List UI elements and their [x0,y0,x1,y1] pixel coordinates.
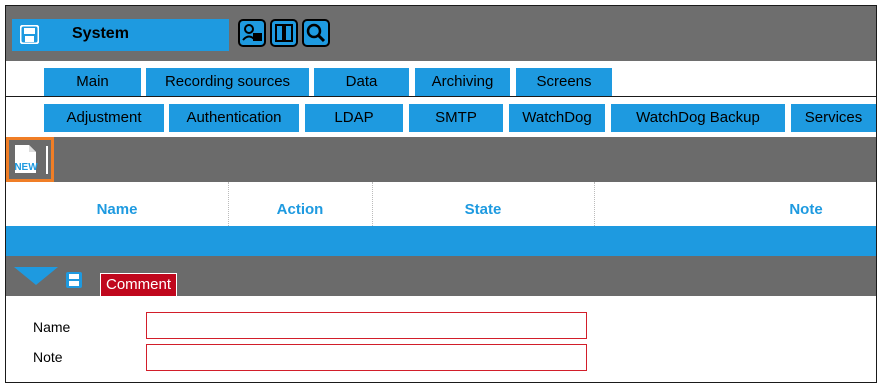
tab-watchdog[interactable]: WatchDog [509,104,605,132]
collapse-triangle-icon[interactable] [14,267,58,285]
column-header-note[interactable]: Note [706,182,876,226]
new-document-icon: NEW [14,145,38,173]
page-title: System [72,25,129,42]
tab-row-secondary: Adjustment Authentication LDAP SMTP Watc… [6,96,876,135]
detail-toolbar: Comment [6,256,876,296]
column-divider [594,182,595,226]
grid-toolbar: NEW [6,137,876,182]
column-header-action[interactable]: Action [228,182,372,226]
tab-authentication[interactable]: Authentication [169,104,299,132]
system-header: System [12,19,229,51]
tab-screens[interactable]: Screens [516,68,612,96]
user-camera-icon[interactable] [238,19,266,47]
floppy-save-icon [20,25,39,44]
detail-form: Name Note [6,296,876,382]
tab-recording-sources[interactable]: Recording sources [146,68,309,96]
grid-header: Name Action State Note [6,182,876,226]
note-input[interactable] [146,344,587,371]
new-label: NEW [14,162,38,173]
column-header-name[interactable]: Name [6,182,228,226]
tab-data[interactable]: Data [314,68,409,96]
selected-row[interactable] [6,226,876,256]
tab-ldap[interactable]: LDAP [305,104,403,132]
comment-tab[interactable]: Comment [100,273,178,296]
top-bar: System [6,6,876,61]
tab-watchdog-backup[interactable]: WatchDog Backup [611,104,785,132]
app-window: System Main Recording sources Data Archi… [5,5,877,383]
tab-smtp[interactable]: SMTP [409,104,503,132]
new-record-button[interactable]: NEW [6,137,54,182]
search-icon[interactable] [302,19,330,47]
name-input[interactable] [146,312,587,339]
toolbar-separator [46,146,48,174]
tab-adjustment[interactable]: Adjustment [44,104,164,132]
name-label: Name [33,319,71,335]
column-header-state[interactable]: State [372,182,594,226]
save-icon[interactable] [66,272,82,288]
tab-row-primary: Main Recording sources Data Archiving Sc… [6,61,876,96]
tab-archiving[interactable]: Archiving [415,68,510,96]
tab-services[interactable]: Services [791,104,876,132]
split-view-icon[interactable] [270,19,298,47]
tab-main[interactable]: Main [44,68,141,96]
note-label: Note [33,349,63,365]
